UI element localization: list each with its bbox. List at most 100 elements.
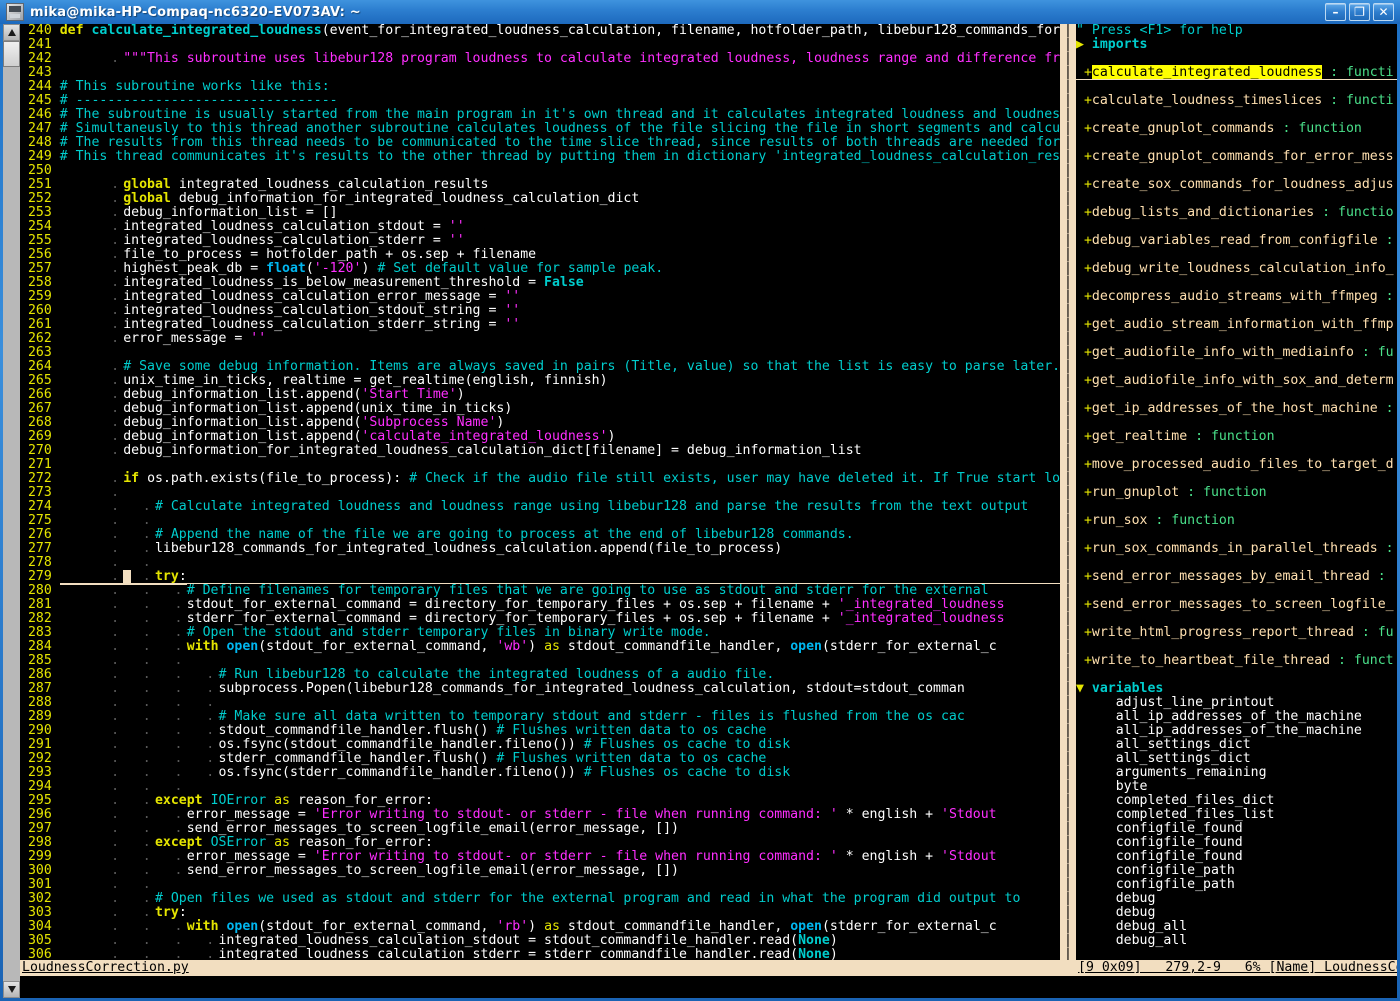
code-line[interactable]: 247 # Simultaneusly to this thread anoth… <box>20 122 1060 136</box>
code-line[interactable]: 279 .. try: <box>20 569 1060 585</box>
code-line[interactable]: 274 .. # Calculate integrated loudness a… <box>20 500 1060 514</box>
code-line[interactable]: 284 ... with open(stdout_for_external_co… <box>20 640 1060 654</box>
tagbar-item-calculate_integrated_loudness[interactable]: +calculate_integrated_loudness : functi <box>1076 65 1397 80</box>
code-line[interactable]: 297 ... send_error_messages_to_screen_lo… <box>20 822 1060 836</box>
code-line[interactable]: 302 .. # Open files we used as stdout an… <box>20 892 1060 906</box>
tagbar-variable-all_ip_addresses_of_the_machine[interactable]: all_ip_addresses_of_the_machine <box>1076 724 1397 738</box>
code-line[interactable]: 256 . file_to_process = hotfolder_path +… <box>20 248 1060 262</box>
tagbar-variable-completed_files_list[interactable]: completed_files_list <box>1076 808 1397 822</box>
tagbar-group-imports[interactable]: ▶ imports <box>1076 38 1397 52</box>
expand-plus-icon[interactable]: + <box>1076 653 1092 668</box>
tagbar-item-run_sox_commands_in_parallel_threads[interactable]: +run_sox_commands_in_parallel_threads : <box>1076 542 1397 556</box>
code-line[interactable]: 304 ... with open(stdout_for_external_co… <box>20 920 1060 934</box>
tagbar-item-create_gnuplot_commands[interactable]: +create_gnuplot_commands : function <box>1076 122 1397 136</box>
expand-plus-icon[interactable]: + <box>1076 429 1092 444</box>
expand-plus-icon[interactable]: + <box>1076 65 1092 80</box>
tagbar-variable-all_settings_dict[interactable]: all_settings_dict <box>1076 752 1397 766</box>
code-line[interactable]: 276 .. # Append the name of the file we … <box>20 528 1060 542</box>
expand-plus-icon[interactable]: + <box>1076 625 1092 640</box>
code-line[interactable]: 252 . global debug_information_for_integ… <box>20 192 1060 206</box>
tagbar-item-create_sox_commands_for_loudness_adjus[interactable]: +create_sox_commands_for_loudness_adjus <box>1076 178 1397 192</box>
expand-plus-icon[interactable]: + <box>1076 205 1092 220</box>
code-line[interactable]: 253 . debug_information_list = [] <box>20 206 1060 220</box>
code-line[interactable]: 250 <box>20 164 1060 178</box>
tagbar-item-get_realtime[interactable]: +get_realtime : function <box>1076 430 1397 444</box>
tagbar-item-get_ip_addresses_of_the_host_machine[interactable]: +get_ip_addresses_of_the_host_machine : <box>1076 402 1397 416</box>
code-line[interactable]: 244 # This subroutine works like this: <box>20 80 1060 94</box>
minimize-button[interactable]: – <box>1325 3 1346 21</box>
code-line[interactable]: 290 .... stdout_commandfile_handler.flus… <box>20 724 1060 738</box>
code-line[interactable]: 267 . debug_information_list.append(unix… <box>20 402 1060 416</box>
expand-plus-icon[interactable]: + <box>1076 401 1092 416</box>
code-line[interactable]: 264 . # Save some debug information. Ite… <box>20 360 1060 374</box>
code-line[interactable]: 298 .. except OSError as reason_for_erro… <box>20 836 1060 850</box>
code-line[interactable]: 300 ... send_error_messages_to_screen_lo… <box>20 864 1060 878</box>
code-line[interactable]: 262 . error_message = '' <box>20 332 1060 346</box>
expand-plus-icon[interactable]: + <box>1076 457 1092 472</box>
code-line[interactable]: 278 .. <box>20 556 1060 570</box>
code-line[interactable]: 251 . global integrated_loudness_calcula… <box>20 178 1060 192</box>
expand-plus-icon[interactable]: + <box>1076 569 1092 584</box>
tagbar-variable-all_ip_addresses_of_the_machine[interactable]: all_ip_addresses_of_the_machine <box>1076 710 1397 724</box>
code-line[interactable]: 248 # The results from this thread needs… <box>20 136 1060 150</box>
expand-plus-icon[interactable]: + <box>1076 373 1092 388</box>
expand-plus-icon[interactable]: + <box>1076 177 1092 192</box>
code-line[interactable]: 281 ... stdout_for_external_command = di… <box>20 598 1060 612</box>
tagbar-variable-adjust_line_printout[interactable]: adjust_line_printout <box>1076 696 1397 710</box>
tagbar-variable-debug[interactable]: debug <box>1076 892 1397 906</box>
vim-command-line[interactable] <box>20 976 1397 998</box>
code-line[interactable]: 257 . highest_peak_db = float('-120') # … <box>20 262 1060 276</box>
code-line[interactable]: 292 .... stderr_commandfile_handler.flus… <box>20 752 1060 766</box>
code-line[interactable]: 280 ... # Define filenames for temporary… <box>20 584 1060 598</box>
code-line[interactable]: 263 <box>20 346 1060 360</box>
code-line[interactable]: 270 . debug_information_for_integrated_l… <box>20 444 1060 458</box>
window-split-divider[interactable]: | | | | | | | | | | | | | | | | | | | | | | | | | | | | | | | | | | | | | | | |… <box>1060 24 1076 960</box>
code-line[interactable]: 283 ... # Open the stdout and stderr tem… <box>20 626 1060 640</box>
tagbar-variable-debug[interactable]: debug <box>1076 906 1397 920</box>
code-line[interactable]: 265 . unix_time_in_ticks, realtime = get… <box>20 374 1060 388</box>
code-line[interactable]: 261 . integrated_loudness_calculation_st… <box>20 318 1060 332</box>
code-line[interactable]: 296 ... error_message = 'Error writing t… <box>20 808 1060 822</box>
tagbar-variable-arguments_remaining[interactable]: arguments_remaining <box>1076 766 1397 780</box>
tagbar-pane[interactable]: " Press <F1> for help ▶ imports +calculat… <box>1076 24 1397 960</box>
tagbar-item-debug_lists_and_dictionaries[interactable]: +debug_lists_and_dictionaries : functio <box>1076 206 1397 220</box>
code-line[interactable]: 254 . integrated_loudness_calculation_st… <box>20 220 1060 234</box>
code-line[interactable]: 275 .. <box>20 514 1060 528</box>
expand-plus-icon[interactable]: + <box>1076 261 1092 276</box>
tagbar-variable-byte[interactable]: byte <box>1076 780 1397 794</box>
tagbar-item-write_to_heartbeat_file_thread[interactable]: +write_to_heartbeat_file_thread : funct <box>1076 654 1397 668</box>
code-line[interactable]: 305 .... integrated_loudness_calculation… <box>20 934 1060 948</box>
expand-plus-icon[interactable]: + <box>1076 233 1092 248</box>
code-line[interactable]: 241 <box>20 38 1060 52</box>
code-line[interactable]: 293 .... os.fsync(stderr_commandfile_han… <box>20 766 1060 780</box>
code-line[interactable]: 246 # The subroutine is usually started … <box>20 108 1060 122</box>
code-line[interactable]: 301 .. <box>20 878 1060 892</box>
code-line[interactable]: 255 . integrated_loudness_calculation_st… <box>20 234 1060 248</box>
code-line[interactable]: 294 ... <box>20 780 1060 794</box>
tagbar-item-move_processed_audio_files_to_target_d[interactable]: +move_processed_audio_files_to_target_d <box>1076 458 1397 472</box>
code-line[interactable]: 291 .... os.fsync(stdout_commandfile_han… <box>20 738 1060 752</box>
expand-plus-icon[interactable]: + <box>1076 317 1092 332</box>
tagbar-item-run_sox[interactable]: +run_sox : function <box>1076 514 1397 528</box>
tagbar-variable-all_settings_dict[interactable]: all_settings_dict <box>1076 738 1397 752</box>
tagbar-variable-completed_files_dict[interactable]: completed_files_dict <box>1076 794 1397 808</box>
tagbar-item-decompress_audio_streams_with_ffmpeg[interactable]: +decompress_audio_streams_with_ffmpeg : <box>1076 290 1397 304</box>
code-line[interactable]: 249 # This thread communicates it's resu… <box>20 150 1060 164</box>
tagbar-item-run_gnuplot[interactable]: +run_gnuplot : function <box>1076 486 1397 500</box>
code-line[interactable]: 273 . <box>20 486 1060 500</box>
code-line[interactable]: 240 def calculate_integrated_loudness(ev… <box>20 24 1060 38</box>
code-line[interactable]: 259 . integrated_loudness_calculation_er… <box>20 290 1060 304</box>
expand-plus-icon[interactable]: + <box>1076 485 1092 500</box>
code-line[interactable]: 285 ... <box>20 654 1060 668</box>
code-line[interactable]: 303 .. try: <box>20 906 1060 920</box>
tagbar-item-debug_variables_read_from_configfile[interactable]: +debug_variables_read_from_configfile : <box>1076 234 1397 248</box>
expand-plus-icon[interactable]: + <box>1076 149 1092 164</box>
code-line[interactable]: 269 . debug_information_list.append('cal… <box>20 430 1060 444</box>
code-line[interactable]: 245 # --------------------------------- <box>20 94 1060 108</box>
vertical-scrollbar[interactable] <box>3 24 20 998</box>
expand-plus-icon[interactable]: + <box>1076 513 1092 528</box>
tagbar-variable-configfile_path[interactable]: configfile_path <box>1076 864 1397 878</box>
expand-plus-icon[interactable]: + <box>1076 289 1092 304</box>
scroll-up-arrow-icon[interactable] <box>3 24 20 41</box>
code-line[interactable]: 266 . debug_information_list.append('Sta… <box>20 388 1060 402</box>
